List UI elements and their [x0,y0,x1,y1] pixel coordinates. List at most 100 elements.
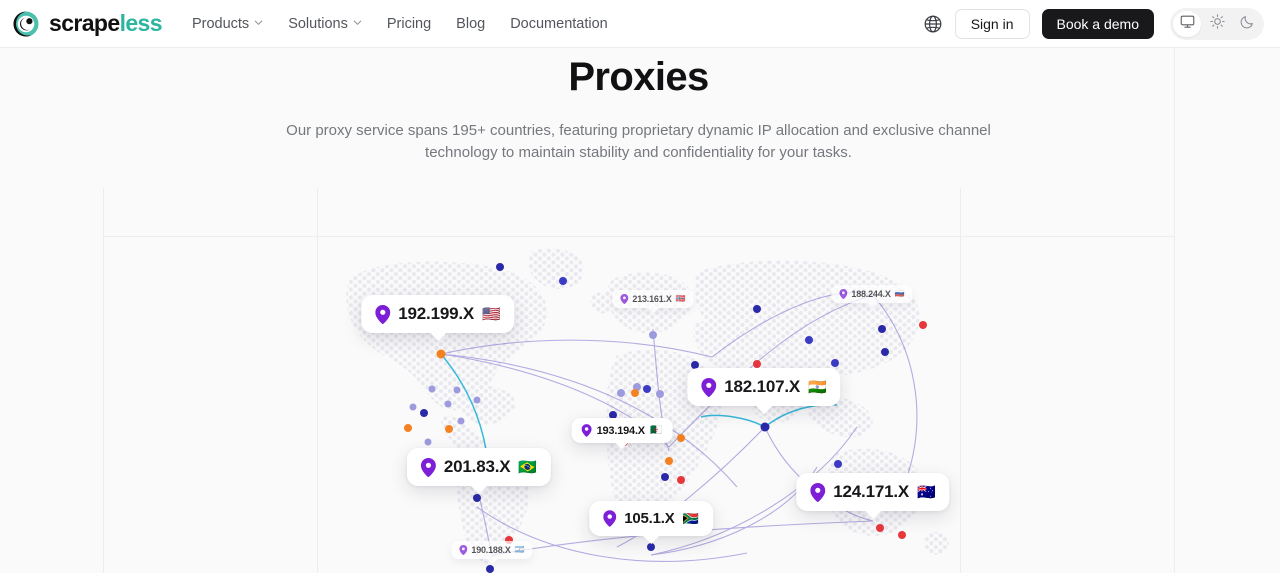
ip-label-188-244-x[interactable]: 188.244.X 🇷🇺 [831,285,913,308]
map-node [881,348,889,356]
map-node [496,263,504,271]
theme-option-dark[interactable] [1233,11,1261,37]
ip-address-text: 190.188.X [471,545,511,555]
chevron-down-icon [353,18,362,27]
theme-switcher [1170,8,1264,40]
map-node [631,389,639,397]
map-node [559,277,567,285]
map-node [436,349,446,359]
map-node [444,400,452,408]
country-flag-icon: 🇮🇳 [808,378,827,396]
map-node [409,403,417,411]
page-body: Proxies Our proxy service spans 195+ cou… [0,48,1280,573]
hero-subtitle: Our proxy service spans 195+ countries, … [286,122,991,161]
ip-label-201-83-x[interactable]: 201.83.X 🇧🇷 [406,448,552,494]
label-pointer [429,332,447,341]
country-flag-icon: 🇳🇴 [675,294,686,303]
label-pointer [470,485,488,494]
map-node [457,417,465,425]
monitor-icon [1180,14,1195,34]
theme-option-system[interactable] [1173,11,1201,37]
world-map-visual: 192.199.X 🇺🇸 182.107.X 🇮🇳 124.171.X 🇦🇺 2… [317,237,960,573]
nav-label: Blog [456,15,486,32]
map-node [428,385,436,393]
map-node [919,321,927,329]
location-pin-icon [375,304,391,324]
ip-address-text: 188.244.X [851,289,891,299]
ip-address-text: 193.194.X [596,424,646,437]
globe-icon[interactable] [923,14,943,34]
map-node [445,425,453,433]
ip-address-text: 192.199.X [398,304,475,323]
primary-nav: Products Solutions Pricing Blog Document… [192,16,608,32]
ip-label-124-171-x[interactable]: 124.171.X 🇦🇺 [796,473,950,519]
spiral-logo-icon [12,10,40,38]
chevron-down-icon [254,18,263,27]
map-node [665,457,673,465]
location-pin-icon [581,424,592,437]
map-node [404,424,412,432]
map-node [486,565,494,573]
map-node [677,476,685,484]
map-node [656,390,664,398]
ip-address-text: 105.1.X [624,510,675,527]
map-node [649,331,657,339]
location-pin-icon [603,510,617,527]
brand-logo[interactable]: scrapeless [12,10,163,38]
country-flag-icon: 🇷🇺 [894,289,905,298]
top-navbar: scrapeless Products Solutions Pricing Bl… [0,0,1280,48]
map-node [424,438,432,446]
map-node [753,360,761,368]
ip-label-190-188-x[interactable]: 190.188.X 🇦🇷 [451,541,533,564]
map-node [643,385,651,393]
ip-label-192-199-x[interactable]: 192.199.X 🇺🇸 [361,295,515,341]
ip-label-105-1-x[interactable]: 105.1.X 🇿🇦 [589,501,713,544]
map-node [453,386,461,394]
location-pin-icon [810,482,826,502]
location-pin-icon [459,545,468,555]
map-node [677,434,685,442]
country-flag-icon: 🇧🇷 [518,458,538,476]
nav-label: Documentation [510,15,608,32]
ip-address-text: 182.107.X [724,377,801,396]
map-node [617,389,625,397]
ip-label-182-107-x[interactable]: 182.107.X 🇮🇳 [687,368,841,414]
country-flag-icon: 🇺🇸 [482,305,501,323]
map-node [473,494,481,502]
map-node [753,305,761,313]
location-pin-icon [701,377,717,397]
nav-item-products[interactable]: Products [192,16,263,32]
nav-item-solutions[interactable]: Solutions [288,16,362,32]
label-pointer [642,535,660,544]
map-node [473,396,481,404]
nav-label: Solutions [288,15,348,32]
map-node [898,531,906,539]
location-pin-icon [620,294,629,304]
nav-item-documentation[interactable]: Documentation [510,16,608,32]
theme-option-light[interactable] [1203,11,1231,37]
nav-item-pricing[interactable]: Pricing [387,16,431,32]
ip-address-text: 124.171.X [833,482,910,501]
ip-address-text: 201.83.X [443,457,511,476]
ip-label-193-194-x[interactable]: 193.194.X 🇩🇿 [571,418,673,449]
location-pin-icon [839,289,848,299]
book-a-demo-button[interactable]: Book a demo [1041,9,1154,39]
moon-icon [1240,14,1255,34]
label-pointer [755,405,773,414]
map-node [661,473,669,481]
nav-label: Pricing [386,15,432,32]
nav-item-blog[interactable]: Blog [456,16,485,32]
label-pointer [648,308,658,313]
map-node [805,336,813,344]
label-pointer [864,510,882,519]
ip-label-213-161-x[interactable]: 213.161.X 🇳🇴 [612,290,694,313]
location-pin-icon [420,457,436,477]
sign-in-button[interactable]: Sign in [954,9,1030,39]
ip-address-text: 213.161.X [632,294,672,304]
map-node [647,543,655,551]
sun-icon [1209,14,1225,34]
map-node [834,460,842,468]
map-node [876,524,884,532]
map-node [420,409,428,417]
hero-section: Proxies Our proxy service spans 195+ cou… [103,48,1174,188]
